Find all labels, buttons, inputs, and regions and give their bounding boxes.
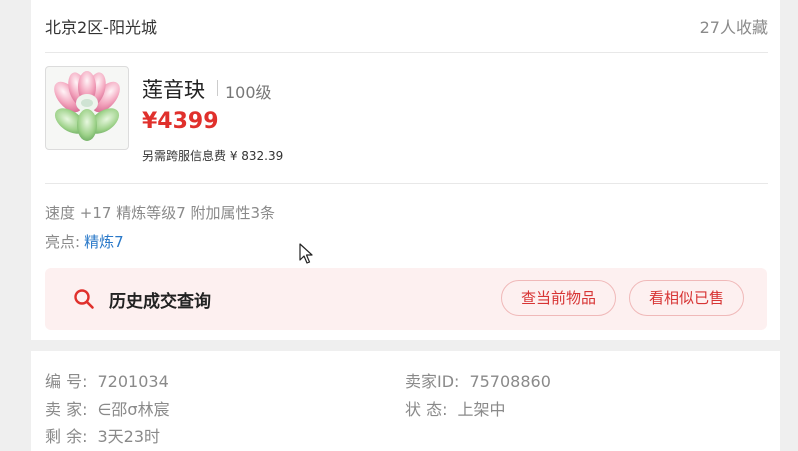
listing-card: 北京2区-阳光城 27人收藏 莲音玦 100级 ¥4399 另需跨服信息费 ¥ … xyxy=(31,0,780,340)
highlight-tag[interactable]: 精炼7 xyxy=(84,233,124,251)
highlight-row: 亮点: 精炼7 xyxy=(45,231,124,252)
divider xyxy=(45,183,768,184)
item-id-label: 编 号: xyxy=(45,372,88,391)
item-name: 莲音玦 xyxy=(142,78,205,102)
seller-row: 卖 家: ∈邵σ林宸 xyxy=(45,396,170,420)
search-icon xyxy=(74,289,94,309)
seller-id-row: 卖家ID: 75708860 xyxy=(405,368,551,392)
item-level: 100级 xyxy=(225,83,272,102)
seller-name[interactable]: ∈邵σ林宸 xyxy=(97,400,169,419)
details-card: 编 号: 7201034 卖家ID: 75708860 卖 家: ∈邵σ林宸 状 态:… xyxy=(31,351,780,451)
remaining-value: 3天23时 xyxy=(97,427,161,446)
history-title: 历史成交查询 xyxy=(109,292,211,312)
history-query-bar: 历史成交查询 查当前物品 看相似已售 xyxy=(45,268,767,330)
item-id-value: 7201034 xyxy=(97,372,169,391)
highlight-label: 亮点: xyxy=(45,233,81,251)
seller-label: 卖 家: xyxy=(45,400,88,419)
cross-server-fee: 另需跨服信息费 ¥ 832.39 xyxy=(142,149,284,163)
view-similar-sold-button[interactable]: 看相似已售 xyxy=(629,280,744,316)
lotus-jade-pendant-icon xyxy=(54,71,120,141)
remaining-row: 剩 余: 3天23时 xyxy=(45,423,160,447)
item-id-row: 编 号: 7201034 xyxy=(45,368,169,392)
status-label: 状 态: xyxy=(405,400,448,419)
status-value: 上架中 xyxy=(457,400,506,419)
favorites-count[interactable]: 27人收藏 xyxy=(700,14,768,38)
seller-id-value: 75708860 xyxy=(469,372,551,391)
remaining-label: 剩 余: xyxy=(45,427,88,446)
divider xyxy=(217,80,218,96)
status-row: 状 态: 上架中 xyxy=(405,396,506,420)
mouse-cursor-icon xyxy=(299,243,313,264)
item-price: ¥4399 xyxy=(142,109,219,134)
item-attributes: 速度 +17 精炼等级7 附加属性3条 xyxy=(45,204,276,222)
divider xyxy=(45,52,768,53)
item-thumbnail[interactable] xyxy=(45,66,129,150)
seller-id-label: 卖家ID: xyxy=(405,372,460,391)
check-current-item-button[interactable]: 查当前物品 xyxy=(501,280,616,316)
server-name: 北京2区-阳光城 xyxy=(45,18,157,37)
